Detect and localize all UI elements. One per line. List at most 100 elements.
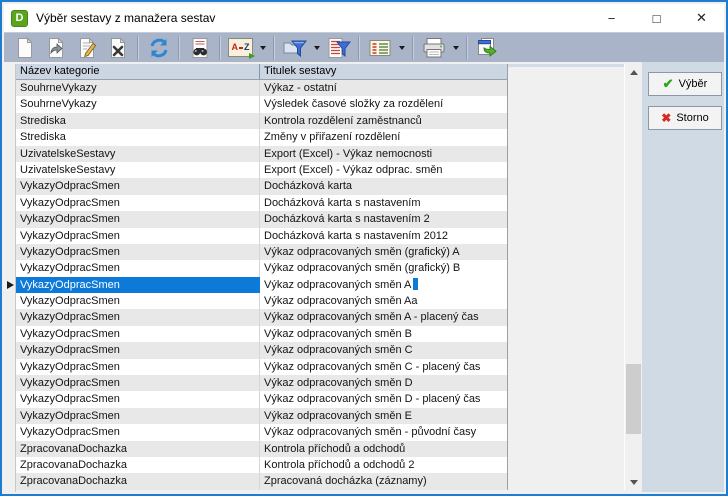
- print-dropdown-button[interactable]: [449, 34, 462, 61]
- table-row[interactable]: SouhrneVykazyVýkaz - ostatní: [16, 80, 507, 96]
- maximize-button[interactable]: □: [634, 4, 679, 32]
- column-header-title[interactable]: Titulek sestavy: [260, 64, 507, 79]
- table-row[interactable]: VykazyOdpracSmenVýkaz odpracovaných směn…: [16, 326, 507, 342]
- delete-report-button[interactable]: [102, 34, 133, 61]
- cell-category[interactable]: SouhrneVykazy: [16, 80, 260, 96]
- cell-report-title[interactable]: Export (Excel) - Výkaz odprac. směn: [260, 162, 507, 178]
- cell-category[interactable]: VykazyOdpracSmen: [16, 375, 260, 391]
- table-row[interactable]: VykazyOdpracSmenVýkaz odpracovaných směn…: [16, 342, 507, 358]
- cell-report-title[interactable]: Kontrola rozdělení zaměstnanců: [260, 113, 507, 129]
- cell-report-title[interactable]: Výkaz - ostatní: [260, 80, 507, 96]
- cell-category[interactable]: VykazyOdpracSmen: [16, 309, 260, 325]
- cell-category[interactable]: VykazyOdpracSmen: [16, 228, 260, 244]
- cell-report-title[interactable]: Výsledek časové složky za rozdělení: [260, 96, 507, 112]
- cell-category[interactable]: VykazyOdpracSmen: [16, 260, 260, 276]
- table-row[interactable]: VykazyOdpracSmenVýkaz odpracovaných směn…: [16, 375, 507, 391]
- table-row[interactable]: UzivatelskeSestavyExport (Excel) - Výkaz…: [16, 146, 507, 162]
- vertical-scrollbar[interactable]: [624, 64, 642, 490]
- find-button[interactable]: [184, 34, 215, 61]
- table-row[interactable]: SouhrneVykazyVýsledek časové složky za r…: [16, 96, 507, 112]
- scroll-down-button[interactable]: [625, 474, 642, 490]
- cell-report-title[interactable]: Kontrola příchodů a odchodů: [260, 441, 507, 457]
- cell-report-title[interactable]: Kontrola příchodů a odchodů 2: [260, 457, 507, 473]
- cell-category[interactable]: SouhrneVykazy: [16, 96, 260, 112]
- table-row[interactable]: VykazyOdpracSmenDocházková karta s nasta…: [16, 195, 507, 211]
- refresh-button[interactable]: [143, 34, 174, 61]
- open-report-button[interactable]: [40, 34, 71, 61]
- cell-report-title[interactable]: Výkaz odpracovaných směn - původní časy: [260, 424, 507, 440]
- table-row[interactable]: VykazyOdpracSmenVýkaz odpracovaných směn…: [16, 309, 507, 325]
- filter-dropdown-button[interactable]: [310, 34, 323, 61]
- cell-category[interactable]: ZpracovanaDochazka: [16, 441, 260, 457]
- table-row[interactable]: VykazyOdpracSmenVýkaz odpracovaných směn…: [16, 391, 507, 407]
- cell-report-title[interactable]: Výkaz odpracovaných směn (grafický) B: [260, 260, 507, 276]
- columns-dropdown-button[interactable]: [395, 34, 408, 61]
- table-row[interactable]: VykazyOdpracSmenVýkaz odpracovaných směn…: [16, 359, 507, 375]
- cell-category[interactable]: VykazyOdpracSmen: [16, 342, 260, 358]
- cell-category[interactable]: Strediska: [16, 113, 260, 129]
- cell-report-title[interactable]: Docházková karta s nastavením 2012: [260, 228, 507, 244]
- cell-category[interactable]: VykazyOdpracSmen: [16, 178, 260, 194]
- cell-category[interactable]: VykazyOdpracSmen: [16, 326, 260, 342]
- cell-report-title[interactable]: Zpracovaná docházka (záznamy): [260, 473, 507, 489]
- cell-report-title[interactable]: Export (Excel) - Výkaz nemocnosti: [260, 146, 507, 162]
- scrollbar-thumb[interactable]: [626, 364, 641, 434]
- table-row[interactable]: VykazyOdpracSmenVýkaz odpracovaných směn…: [16, 277, 507, 293]
- cell-report-title[interactable]: Výkaz odpracovaných směn (grafický) A: [260, 244, 507, 260]
- filter-settings-button[interactable]: [323, 34, 354, 61]
- table-row[interactable]: ZpracovanaDochazkaKontrola příchodů a od…: [16, 457, 507, 473]
- export-button[interactable]: [472, 34, 503, 61]
- cell-report-title[interactable]: Výkaz odpracovaných směn C: [260, 342, 507, 358]
- cell-report-title[interactable]: Výkaz odpracovaných směn Aa: [260, 293, 507, 309]
- cancel-button[interactable]: ✖ Storno: [648, 106, 722, 130]
- table-row[interactable]: VykazyOdpracSmenDocházková karta s nasta…: [16, 228, 507, 244]
- minimize-button[interactable]: −: [589, 4, 634, 32]
- sort-button[interactable]: AZ: [225, 34, 256, 61]
- table-row[interactable]: UzivatelskeSestavyExport (Excel) - Výkaz…: [16, 162, 507, 178]
- cell-category[interactable]: VykazyOdpracSmen: [16, 293, 260, 309]
- cell-category[interactable]: UzivatelskeSestavy: [16, 146, 260, 162]
- cell-report-title[interactable]: Docházková karta: [260, 178, 507, 194]
- table-row[interactable]: VykazyOdpracSmenDocházková karta: [16, 178, 507, 194]
- cell-category[interactable]: VykazyOdpracSmen: [16, 244, 260, 260]
- scroll-up-button[interactable]: [625, 64, 642, 80]
- cell-report-title[interactable]: Výkaz odpracovaných směn D - placený čas: [260, 391, 507, 407]
- table-row[interactable]: StrediskaZměny v přiřazení rozdělení: [16, 129, 507, 145]
- table-row[interactable]: StrediskaKontrola rozdělení zaměstnanců: [16, 113, 507, 129]
- edit-report-button[interactable]: [71, 34, 102, 61]
- cell-report-title[interactable]: Změny v přiřazení rozdělení: [260, 129, 507, 145]
- cell-report-title[interactable]: Výkaz odpracovaných směn A - placený čas: [260, 309, 507, 325]
- column-header-category[interactable]: Název kategorie: [16, 64, 260, 79]
- cell-category[interactable]: UzivatelskeSestavy: [16, 162, 260, 178]
- cell-category[interactable]: VykazyOdpracSmen: [16, 195, 260, 211]
- table-row[interactable]: ZpracovanaDochazkaKontrola příchodů a od…: [16, 441, 507, 457]
- cell-report-title[interactable]: Docházková karta s nastavením: [260, 195, 507, 211]
- table-row[interactable]: VykazyOdpracSmenDocházková karta s nasta…: [16, 211, 507, 227]
- table-row[interactable]: ZpracovanaDochazkaZpracovaná docházka (z…: [16, 473, 507, 489]
- cell-category[interactable]: VykazyOdpracSmen: [16, 359, 260, 375]
- cell-report-title[interactable]: Výkaz odpracovaných směn D: [260, 375, 507, 391]
- close-button[interactable]: ✕: [679, 4, 724, 32]
- table-row[interactable]: VykazyOdpracSmenVýkaz odpracovaných směn…: [16, 293, 507, 309]
- new-report-button[interactable]: [9, 34, 40, 61]
- cell-category[interactable]: VykazyOdpracSmen: [16, 211, 260, 227]
- columns-button[interactable]: [364, 34, 395, 61]
- cell-category[interactable]: VykazyOdpracSmen: [16, 277, 260, 293]
- print-button[interactable]: [418, 34, 449, 61]
- cell-category[interactable]: ZpracovanaDochazka: [16, 473, 260, 489]
- cell-category[interactable]: VykazyOdpracSmen: [16, 424, 260, 440]
- cell-report-title[interactable]: Výkaz odpracovaných směn C - placený čas: [260, 359, 507, 375]
- cell-report-title[interactable]: Docházková karta s nastavením 2: [260, 211, 507, 227]
- cell-category[interactable]: ZpracovanaDochazka: [16, 457, 260, 473]
- table-row[interactable]: VykazyOdpracSmenVýkaz odpracovaných směn…: [16, 424, 507, 440]
- cell-report-title[interactable]: Výkaz odpracovaných směn B: [260, 326, 507, 342]
- cell-report-title[interactable]: Výkaz odpracovaných směn E: [260, 408, 507, 424]
- cell-category[interactable]: VykazyOdpracSmen: [16, 391, 260, 407]
- sort-dropdown-button[interactable]: [256, 34, 269, 61]
- table-row[interactable]: VykazyOdpracSmenVýkaz odpracovaných směn…: [16, 260, 507, 276]
- cell-category[interactable]: VykazyOdpracSmen: [16, 408, 260, 424]
- table-row[interactable]: VykazyOdpracSmenVýkaz odpracovaných směn…: [16, 244, 507, 260]
- filter-button[interactable]: [279, 34, 310, 61]
- table-row[interactable]: VykazyOdpracSmenVýkaz odpracovaných směn…: [16, 408, 507, 424]
- select-button[interactable]: ✔ Výběr: [648, 72, 722, 96]
